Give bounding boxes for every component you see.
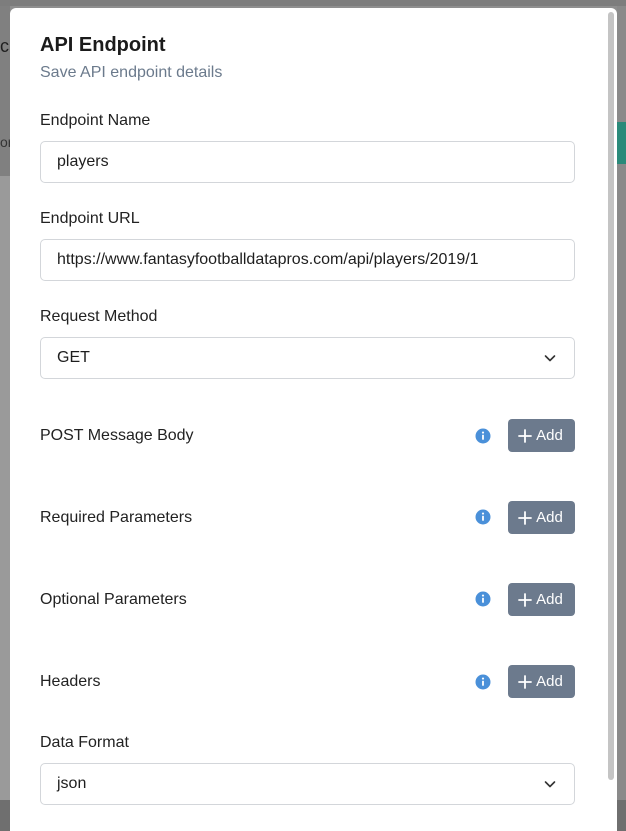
add-button-label: Add — [536, 509, 563, 526]
add-header-button[interactable]: Add — [508, 665, 575, 698]
info-circle-icon[interactable] — [475, 428, 491, 444]
plus-icon — [518, 674, 533, 689]
required-parameters-label: Required Parameters — [40, 509, 193, 526]
endpoint-url-value: https://www.fantasyfootballdatapros.com/… — [57, 251, 479, 268]
data-format-value: json — [57, 775, 87, 792]
info-circle-icon[interactable] — [475, 509, 491, 525]
endpoint-url-label: Endpoint URL — [40, 210, 140, 227]
info-circle-icon[interactable] — [475, 674, 491, 690]
endpoint-url-input[interactable]: https://www.fantasyfootballdatapros.com/… — [40, 239, 575, 281]
modal-scrollbar[interactable] — [608, 12, 614, 780]
request-method-value: GET — [57, 349, 90, 366]
api-endpoint-modal: API Endpoint Save API endpoint details E… — [10, 8, 617, 831]
add-button-label: Add — [536, 591, 563, 608]
add-optional-parameter-button[interactable]: Add — [508, 583, 575, 616]
endpoint-name-label: Endpoint Name — [40, 112, 151, 129]
request-method-label: Request Method — [40, 308, 158, 325]
request-method-select[interactable]: GET — [40, 337, 575, 379]
modal-subtitle: Save API endpoint details — [40, 64, 223, 81]
data-format-select[interactable]: json — [40, 763, 575, 805]
optional-parameters-label: Optional Parameters — [40, 591, 187, 608]
backdrop-band — [0, 176, 10, 801]
plus-icon — [518, 428, 533, 443]
data-format-label: Data Format — [40, 734, 129, 751]
backdrop-top — [0, 0, 626, 6]
backdrop-button-glimpse — [617, 122, 626, 164]
endpoint-name-value: players — [57, 153, 109, 170]
plus-icon — [518, 592, 533, 607]
add-button-label: Add — [536, 427, 563, 444]
headers-label: Headers — [40, 673, 101, 690]
backdrop-text: c — [0, 36, 9, 56]
plus-icon — [518, 510, 533, 525]
modal-title: API Endpoint — [40, 34, 166, 56]
add-post-body-button[interactable]: Add — [508, 419, 575, 452]
add-required-parameter-button[interactable]: Add — [508, 501, 575, 534]
add-button-label: Add — [536, 673, 563, 690]
endpoint-name-input[interactable]: players — [40, 141, 575, 183]
chevron-down-icon — [544, 781, 556, 788]
info-circle-icon[interactable] — [475, 591, 491, 607]
chevron-down-icon — [544, 355, 556, 362]
post-message-body-label: POST Message Body — [40, 427, 194, 444]
